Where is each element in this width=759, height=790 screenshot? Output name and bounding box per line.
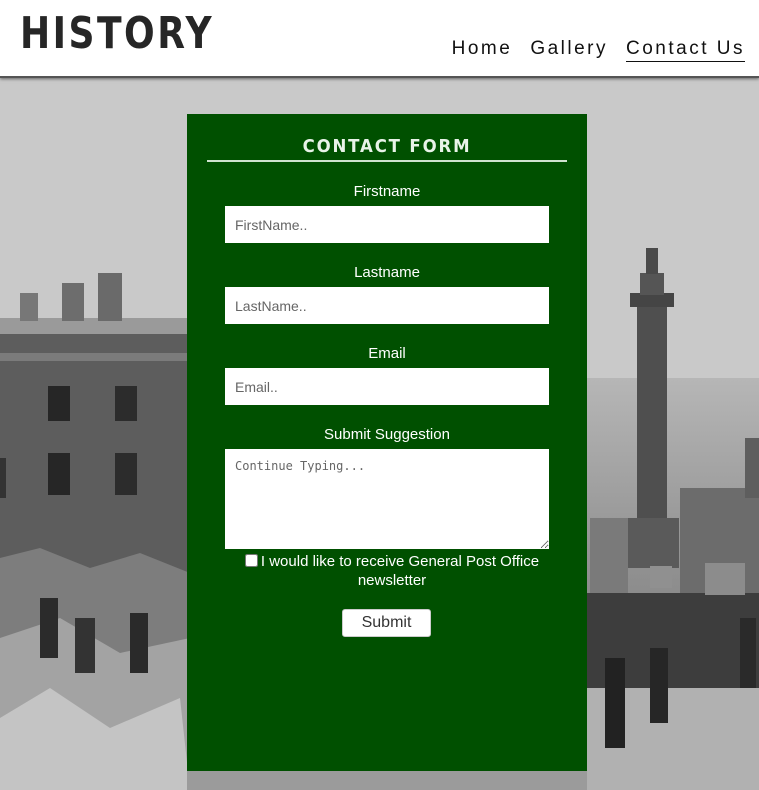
newsletter-option: I would like to receive General Post Off… — [227, 552, 557, 590]
newsletter-label: I would like to receive General Post Off… — [260, 553, 540, 589]
nav-contact-us[interactable]: Contact Us — [626, 38, 745, 62]
main-nav: Home Gallery Contact Us — [434, 38, 745, 62]
submit-button[interactable]: Submit — [342, 609, 431, 637]
nav-gallery[interactable]: Gallery — [530, 38, 608, 62]
lastname-input[interactable] — [225, 287, 549, 324]
lastname-label: Lastname — [354, 264, 420, 281]
email-input[interactable] — [225, 368, 549, 405]
suggestion-label: Submit Suggestion — [324, 426, 450, 443]
contact-form-panel: CONTACT FORM Firstname Lastname Email Su… — [187, 114, 587, 771]
site-header: HISTORY Home Gallery Contact Us — [0, 0, 759, 78]
site-logo[interactable]: HISTORY — [20, 8, 214, 59]
suggestion-textarea[interactable] — [225, 449, 549, 549]
newsletter-checkbox[interactable] — [244, 554, 258, 567]
form-title: CONTACT FORM — [302, 136, 472, 157]
nav-home[interactable]: Home — [452, 38, 513, 62]
firstname-label: Firstname — [353, 183, 421, 200]
title-divider — [207, 160, 567, 162]
email-label: Email — [368, 345, 406, 362]
firstname-input[interactable] — [225, 206, 549, 243]
